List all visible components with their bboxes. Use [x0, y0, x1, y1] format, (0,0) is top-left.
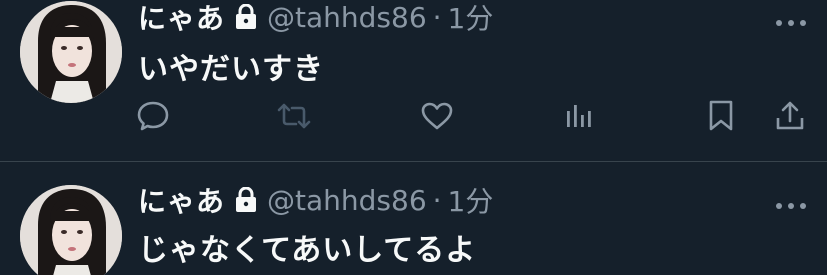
- tweet[interactable]: にゃあ @tahhds86 · 1分 いやだいすき: [0, 0, 827, 160]
- handle[interactable]: @tahhds86: [267, 1, 427, 34]
- more-icon[interactable]: [775, 13, 807, 26]
- share-button[interactable]: [772, 100, 808, 136]
- display-name[interactable]: にゃあ: [138, 180, 225, 220]
- display-name[interactable]: にゃあ: [138, 0, 225, 37]
- separator-dot: ·: [432, 183, 442, 217]
- separator-dot: ·: [432, 0, 442, 34]
- heart-icon: [420, 101, 454, 135]
- bookmark-button[interactable]: [703, 100, 739, 136]
- tweet-text: いやだいすき: [138, 52, 324, 87]
- avatar[interactable]: [20, 185, 122, 275]
- reply-icon: [136, 99, 170, 137]
- tweet-text: じゃなくてあいしてるよ: [138, 233, 477, 268]
- more-icon[interactable]: [775, 196, 807, 209]
- bookmark-icon: [707, 99, 735, 137]
- retweet-button[interactable]: [276, 100, 312, 136]
- tweet-actions: [0, 100, 827, 140]
- views-icon: [564, 101, 594, 135]
- retweet-icon: [276, 101, 312, 135]
- timestamp[interactable]: 1分: [448, 180, 494, 220]
- timestamp[interactable]: 1分: [448, 0, 494, 37]
- views-button[interactable]: [561, 100, 597, 136]
- divider: [0, 161, 827, 162]
- like-button[interactable]: [419, 100, 455, 136]
- lock-icon: [235, 3, 257, 30]
- handle[interactable]: @tahhds86: [267, 184, 427, 217]
- lock-icon: [235, 186, 257, 213]
- share-icon: [774, 100, 806, 136]
- reply-button[interactable]: [135, 100, 171, 136]
- avatar[interactable]: [20, 1, 122, 103]
